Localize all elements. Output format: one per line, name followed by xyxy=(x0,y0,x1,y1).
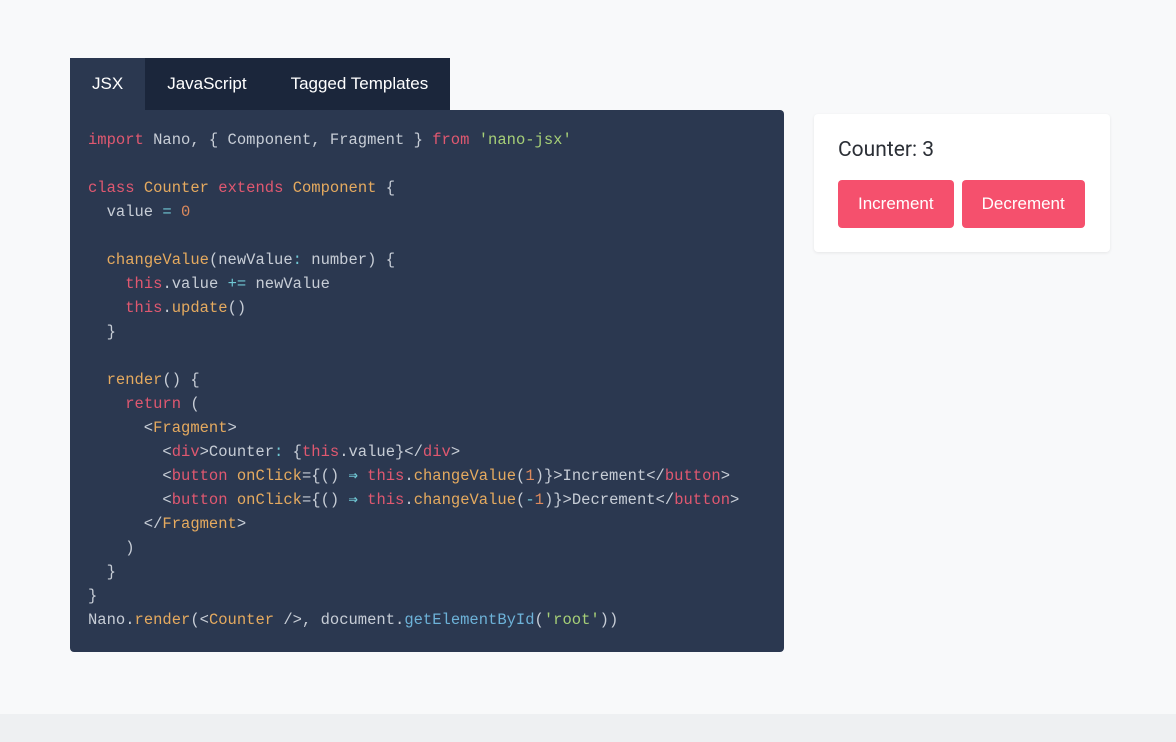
footer-strip xyxy=(0,714,1176,742)
counter-label: Counter: xyxy=(838,138,922,162)
tab-javascript[interactable]: JavaScript xyxy=(145,58,268,110)
preview-card: Counter: 3 Increment Decrement xyxy=(814,114,1110,252)
decrement-button[interactable]: Decrement xyxy=(962,180,1085,228)
code-tabs: JSXJavaScriptTagged Templates xyxy=(70,58,784,110)
counter-value: 3 xyxy=(922,138,934,162)
code-example: JSXJavaScriptTagged Templates import Nan… xyxy=(70,58,784,652)
tab-jsx[interactable]: JSX xyxy=(70,58,145,110)
counter-display: Counter: 3 xyxy=(838,138,1086,162)
tab-tagged-templates[interactable]: Tagged Templates xyxy=(269,58,451,110)
increment-button[interactable]: Increment xyxy=(838,180,954,228)
code-block: import Nano, { Component, Fragment } fro… xyxy=(70,110,784,652)
